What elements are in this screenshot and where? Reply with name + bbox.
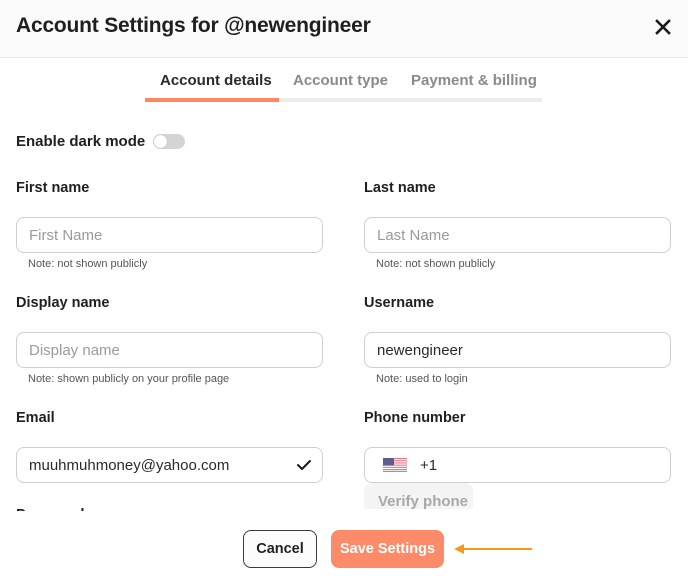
username-value: newengineer bbox=[377, 341, 463, 359]
dark-mode-row: Enable dark mode bbox=[16, 133, 186, 150]
phone-field: Phone number +1 bbox=[364, 410, 671, 483]
close-icon bbox=[655, 19, 671, 35]
email-label: Email bbox=[16, 410, 55, 426]
display-name-note: Note: shown publicly on your profile pag… bbox=[28, 373, 230, 385]
annotation-arrow-icon bbox=[454, 544, 532, 554]
last-name-input[interactable]: Last Name bbox=[364, 217, 671, 253]
first-name-field: First name First Name Note: not shown pu… bbox=[16, 180, 323, 270]
first-name-placeholder: First Name bbox=[29, 226, 103, 244]
first-name-input[interactable]: First Name bbox=[16, 217, 323, 253]
settings-tabs: Account details Account type Payment & b… bbox=[145, 64, 542, 102]
email-value: muuhmuhmoney@yahoo.com bbox=[29, 456, 230, 474]
checkmark-icon bbox=[297, 460, 311, 470]
tab-account-type[interactable]: Account type bbox=[293, 72, 388, 89]
password-label-partial: Password bbox=[16, 506, 86, 511]
modal-header: Account Settings for @newengineer bbox=[0, 0, 688, 58]
password-label: Password bbox=[16, 506, 86, 511]
username-field: Username newengineer Note: used to login bbox=[364, 295, 671, 385]
last-name-label: Last name bbox=[364, 180, 436, 196]
tab-payment-billing[interactable]: Payment & billing bbox=[411, 72, 537, 89]
dark-mode-toggle[interactable] bbox=[153, 134, 186, 149]
username-label: Username bbox=[364, 295, 435, 311]
close-button[interactable] bbox=[650, 14, 676, 40]
modal-footer: Cancel Save Settings bbox=[0, 512, 688, 583]
first-name-label: First name bbox=[16, 180, 90, 196]
display-name-field: Display name Display name Note: shown pu… bbox=[16, 295, 323, 385]
cancel-button[interactable]: Cancel bbox=[243, 530, 317, 568]
tab-active-indicator bbox=[145, 98, 279, 102]
last-name-placeholder: Last Name bbox=[377, 226, 450, 244]
toggle-knob bbox=[154, 135, 168, 148]
display-name-label: Display name bbox=[16, 295, 110, 311]
display-name-placeholder: Display name bbox=[29, 341, 120, 359]
save-settings-button[interactable]: Save Settings bbox=[331, 530, 444, 568]
phone-input[interactable]: +1 bbox=[364, 447, 671, 483]
first-name-note: Note: not shown publicly bbox=[28, 258, 148, 270]
display-name-input[interactable]: Display name bbox=[16, 332, 323, 368]
username-note: Note: used to login bbox=[376, 373, 468, 385]
email-input[interactable]: muuhmuhmoney@yahoo.com bbox=[16, 447, 323, 483]
verify-phone-button[interactable]: Verify phone bbox=[364, 483, 473, 509]
username-input[interactable]: newengineer bbox=[364, 332, 671, 368]
dark-mode-label: Enable dark mode bbox=[16, 133, 146, 150]
phone-country-code: +1 bbox=[420, 456, 438, 474]
modal-title: Account Settings for @newengineer bbox=[16, 14, 371, 37]
us-flag-icon[interactable] bbox=[383, 458, 407, 472]
last-name-note: Note: not shown publicly bbox=[376, 258, 496, 270]
email-field: Email muuhmuhmoney@yahoo.com bbox=[16, 410, 323, 483]
phone-label: Phone number bbox=[364, 410, 466, 426]
last-name-field: Last name Last Name Note: not shown publ… bbox=[364, 180, 671, 270]
tab-account-details[interactable]: Account details bbox=[160, 72, 272, 89]
